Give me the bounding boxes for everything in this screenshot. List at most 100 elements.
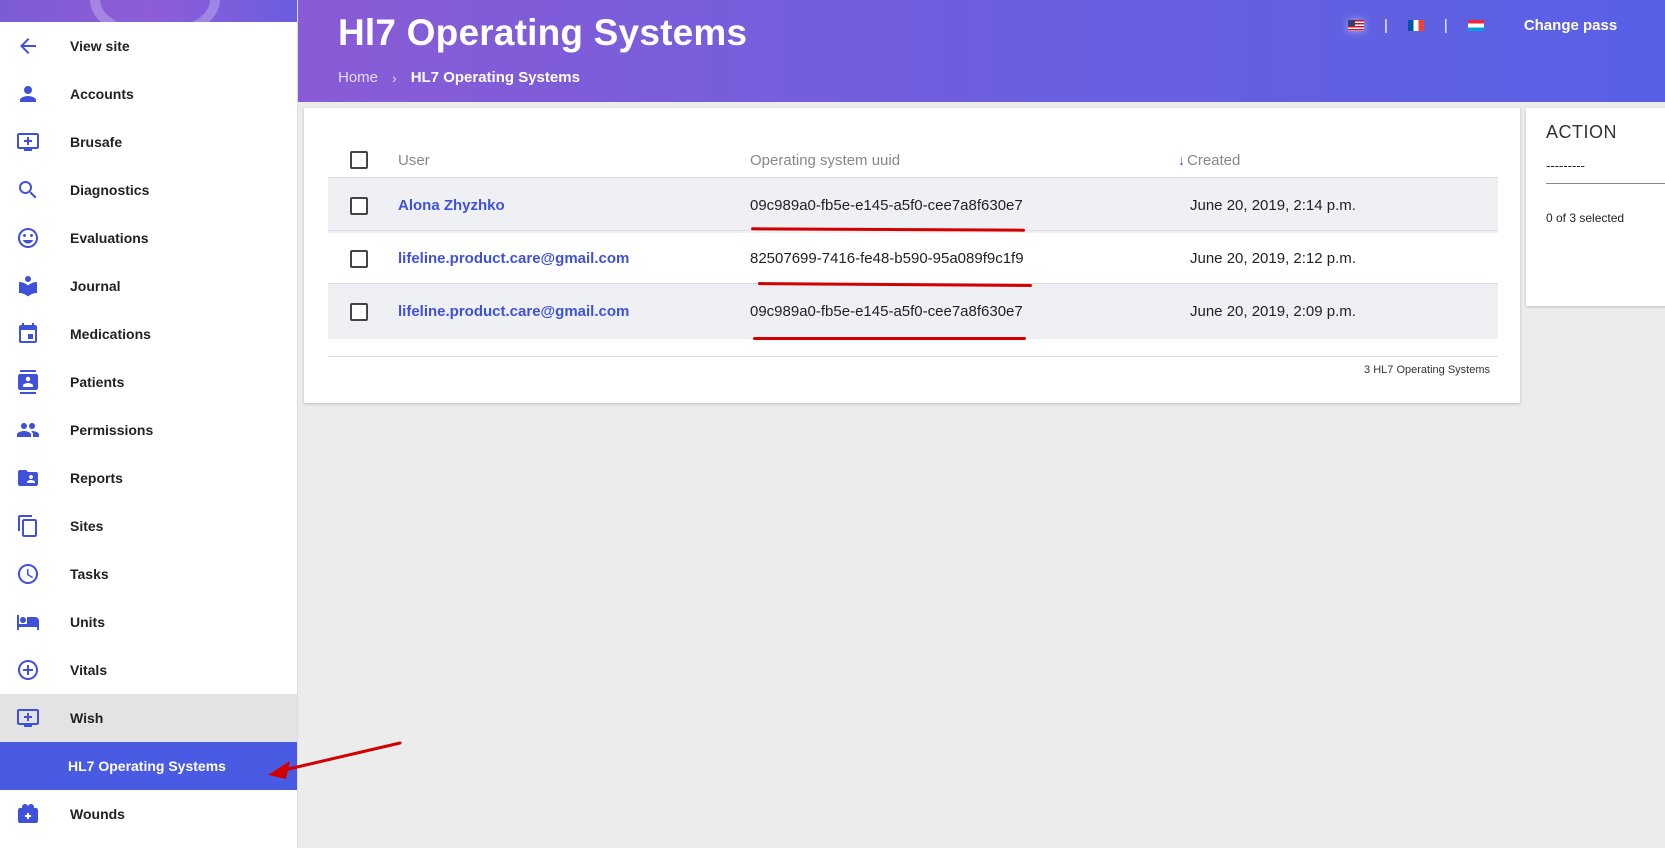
sidebar-item-accounts[interactable]: Accounts <box>0 70 297 118</box>
row-uuid: 82507699-7416-fe48-b590-95a089f9c1f9 <box>750 250 1024 267</box>
sidebar-item-reports[interactable]: Reports <box>0 454 297 502</box>
sidebar-item-wish[interactable]: Wish <box>0 694 297 742</box>
contact-card-icon <box>0 370 70 394</box>
annotation-underline <box>753 337 1026 340</box>
search-icon <box>0 178 70 202</box>
separator: | <box>1443 17 1448 34</box>
separator: | <box>1384 17 1388 34</box>
row-created: June 20, 2019, 2:14 p.m. <box>1190 197 1356 214</box>
row-user-link[interactable]: lifeline.product.care@gmail.com <box>398 250 750 267</box>
shared-folder-icon <box>0 466 70 490</box>
sidebar-logo-banner <box>0 0 297 22</box>
sidebar-item-permissions[interactable]: Permissions <box>0 406 297 454</box>
book-icon <box>0 274 70 298</box>
calendar-icon <box>0 322 70 346</box>
breadcrumb-current: HL7 Operating Systems <box>410 69 580 86</box>
sidebar-item-wounds[interactable]: Wounds <box>0 790 297 838</box>
sidebar-item-medications[interactable]: Medications <box>0 310 297 358</box>
column-header-uuid[interactable]: Operating system uuid <box>750 152 1178 169</box>
table-row: lifeline.product.care@gmail.com 82507699… <box>328 230 1498 286</box>
sidebar-item-label: Units <box>70 614 105 630</box>
sidebar-item-label: Accounts <box>70 86 134 102</box>
result-count: 3 HL7 Operating Systems <box>1364 364 1490 376</box>
sidebar-item-brusafe[interactable]: Brusafe <box>0 118 297 166</box>
page-header: Hl7 Operating Systems Home › HL7 Operati… <box>298 0 1665 102</box>
header-toolbar: | | Change pass <box>1348 17 1617 34</box>
select-all-checkbox[interactable] <box>350 151 368 169</box>
us-flag-icon[interactable] <box>1348 20 1364 31</box>
person-icon <box>0 82 70 106</box>
sidebar-nav: View site Accounts Brusafe Diagnostics E… <box>0 22 297 838</box>
people-icon <box>0 418 70 442</box>
sidebar-item-label: Permissions <box>70 422 154 438</box>
column-header-user[interactable]: User <box>398 152 750 169</box>
row-uuid: 09c989a0-fb5e-e145-a5f0-cee7a8f630e7 <box>750 197 1023 214</box>
selected-count: 0 of 3 selected <box>1546 211 1625 225</box>
sidebar-item-sites[interactable]: Sites <box>0 502 297 550</box>
clock-icon <box>0 562 70 586</box>
fr-flag-icon[interactable] <box>1407 20 1424 31</box>
medical-bag-icon <box>0 802 70 826</box>
row-created: June 20, 2019, 2:09 p.m. <box>1190 303 1356 320</box>
sidebar-item-label: Evaluations <box>70 230 149 246</box>
sidebar-item-label: Wounds <box>70 806 125 822</box>
sidebar-item-label: HL7 Operating Systems <box>68 758 226 774</box>
row-checkbox-cell <box>328 196 398 215</box>
change-password-link[interactable]: Change pass <box>1524 17 1617 34</box>
smiley-icon <box>0 226 70 250</box>
row-checkbox[interactable] <box>350 196 368 215</box>
sidebar-item-label: Vitals <box>70 662 108 678</box>
sidebar-item-label: Brusafe <box>70 134 123 150</box>
sidebar-item-vitals[interactable]: Vitals <box>0 646 297 694</box>
sidebar-item-label: Wish <box>70 710 104 726</box>
page-title: Hl7 Operating Systems <box>338 12 748 53</box>
add-to-screen-icon <box>0 706 70 730</box>
add-to-screen-icon <box>0 130 70 154</box>
plus-circle-icon <box>0 658 70 682</box>
sidebar-item-label: Medications <box>70 326 151 342</box>
bed-icon <box>0 610 70 634</box>
copy-icon <box>0 514 70 538</box>
column-header-created[interactable]: ↓ Created <box>1178 152 1498 169</box>
sidebar-item-label: View site <box>70 38 130 54</box>
sidebar: View site Accounts Brusafe Diagnostics E… <box>0 0 298 848</box>
action-title: ACTION <box>1546 122 1618 142</box>
sort-descending-icon: ↓ <box>1178 152 1185 168</box>
row-created: June 20, 2019, 2:12 p.m. <box>1190 250 1356 267</box>
sidebar-item-label: Tasks <box>70 566 109 582</box>
sidebar-item-journal[interactable]: Journal <box>0 262 297 310</box>
annotation-arrow-icon <box>268 741 402 779</box>
column-header-created-label: Created <box>1187 151 1241 169</box>
row-checkbox-cell <box>328 249 398 268</box>
row-user-link[interactable]: lifeline.product.care@gmail.com <box>398 303 750 320</box>
table-bottom-border <box>328 356 1498 357</box>
row-checkbox[interactable] <box>350 249 368 268</box>
row-checkbox[interactable] <box>350 302 368 321</box>
row-user-link[interactable]: Alona Zhyzhko <box>398 197 750 214</box>
sidebar-item-units[interactable]: Units <box>0 598 297 646</box>
chevron-right-icon: › <box>392 69 397 86</box>
sidebar-item-label: Patients <box>70 374 125 390</box>
sidebar-item-patients[interactable]: Patients <box>0 358 297 406</box>
sidebar-item-label: Sites <box>70 518 104 534</box>
arrow-back-icon <box>0 34 70 58</box>
action-select[interactable]: --------- <box>1546 158 1665 184</box>
breadcrumb: Home › HL7 Operating Systems <box>338 69 580 86</box>
sidebar-item-label: Journal <box>70 278 121 294</box>
sidebar-item-diagnostics[interactable]: Diagnostics <box>0 166 297 214</box>
breadcrumb-home-link[interactable]: Home <box>338 69 378 86</box>
row-checkbox-cell <box>328 302 398 321</box>
sidebar-item-tasks[interactable]: Tasks <box>0 550 297 598</box>
results-card: User Operating system uuid ↓ Created Alo… <box>304 108 1520 403</box>
row-uuid: 09c989a0-fb5e-e145-a5f0-cee7a8f630e7 <box>750 303 1023 320</box>
table-row: lifeline.product.care@gmail.com 09c989a0… <box>328 283 1498 339</box>
table-row: Alona Zhyzhko 09c989a0-fb5e-e145-a5f0-ce… <box>328 177 1498 233</box>
sidebar-item-label: Reports <box>70 470 123 486</box>
sidebar-item-evaluations[interactable]: Evaluations <box>0 214 297 262</box>
sidebar-item-label: Diagnostics <box>70 182 150 198</box>
sidebar-item-view-site[interactable]: View site <box>0 22 297 70</box>
sidebar-subitem-hl7-operating-systems[interactable]: HL7 Operating Systems <box>0 742 297 790</box>
action-panel: ACTION --------- 0 of 3 selected <box>1526 108 1665 306</box>
select-all-cell <box>328 151 398 169</box>
lu-flag-icon[interactable] <box>1467 20 1484 31</box>
